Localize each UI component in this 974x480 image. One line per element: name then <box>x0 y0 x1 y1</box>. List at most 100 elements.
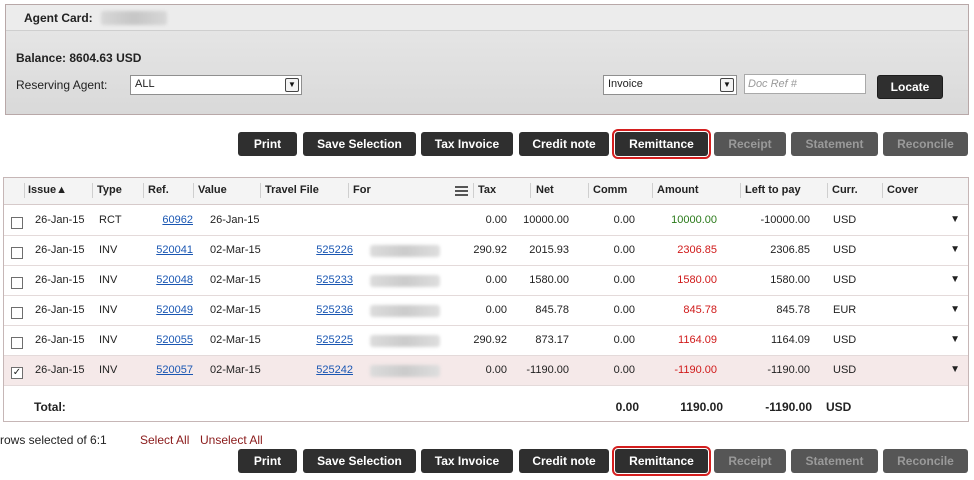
tax-invoice-button[interactable]: Tax Invoice <box>421 449 513 473</box>
total-left-to-pay: -1190.00 <box>765 400 812 414</box>
col-comm[interactable]: Comm <box>593 184 627 196</box>
row-checkbox[interactable] <box>11 277 23 289</box>
select-all-link[interactable]: Select All <box>140 433 189 447</box>
cell-comm: 0.00 <box>613 214 635 226</box>
cell-travel-file-link[interactable]: 525242 <box>316 364 353 376</box>
cell-travel-file-link[interactable]: 525225 <box>316 334 353 346</box>
credit-note-button[interactable]: Credit note <box>519 449 609 473</box>
cell-tax: 0.00 <box>485 214 507 226</box>
search-panel: Agent Card: Balance: 8604.63 USD Reservi… <box>5 4 969 115</box>
rows-selected-status: rows selected of 6:1 <box>0 433 107 447</box>
col-for[interactable]: For <box>353 184 371 196</box>
col-value[interactable]: Value <box>198 184 227 196</box>
cell-for-redacted <box>370 335 440 347</box>
cell-travel-file-link[interactable]: 525233 <box>316 274 353 286</box>
remittance-button[interactable]: Remittance <box>612 446 711 476</box>
expand-caret-icon[interactable]: ▼ <box>950 244 960 255</box>
total-amount: 1190.00 <box>680 400 723 414</box>
doc-ref-input[interactable] <box>744 74 866 94</box>
cell-type: INV <box>99 364 118 376</box>
cell-for-redacted <box>370 305 440 317</box>
statement-button[interactable]: Statement <box>791 449 878 473</box>
doc-type-select[interactable]: Invoice ▼ <box>603 75 737 95</box>
cell-type: INV <box>99 274 118 286</box>
col-cover[interactable]: Cover <box>887 184 918 196</box>
cell-travel-file-link[interactable]: 525236 <box>316 304 353 316</box>
cell-net: -1190.00 <box>526 364 569 376</box>
col-amount[interactable]: Amount <box>657 184 699 196</box>
col-issue[interactable]: Issue▲ <box>28 184 67 196</box>
cell-left-to-pay: 2306.85 <box>770 244 810 256</box>
table-header: Issue▲ Type Ref. Value Travel File For T… <box>4 178 968 205</box>
cell-ref-link[interactable]: 520057 <box>156 364 193 376</box>
cell-amount: 1580.00 <box>677 274 717 286</box>
reserving-agent-select[interactable]: ALL ▼ <box>130 75 302 95</box>
tax-invoice-button[interactable]: Tax Invoice <box>421 132 513 156</box>
cell-curr: USD <box>833 244 857 256</box>
unselect-all-link[interactable]: Unselect All <box>200 433 263 447</box>
col-net[interactable]: Net <box>536 184 554 196</box>
cell-ref-link[interactable]: 520055 <box>156 334 193 346</box>
print-button[interactable]: Print <box>238 132 297 156</box>
row-checkbox-checked[interactable]: ✓ <box>11 367 23 379</box>
reserving-agent-label: Reserving Agent: <box>16 78 108 92</box>
cell-curr: USD <box>833 334 857 346</box>
cell-value: 02-Mar-15 <box>210 304 261 316</box>
expand-caret-icon[interactable]: ▼ <box>950 364 960 375</box>
cell-comm: 0.00 <box>613 334 635 346</box>
column-menu-icon[interactable] <box>455 186 468 197</box>
row-checkbox[interactable] <box>11 337 23 349</box>
cell-net: 2015.93 <box>529 244 569 256</box>
credit-note-button[interactable]: Credit note <box>519 132 609 156</box>
cell-travel-file-link[interactable]: 525226 <box>316 244 353 256</box>
row-checkbox[interactable] <box>11 307 23 319</box>
col-travel-file[interactable]: Travel File <box>265 184 319 196</box>
remittance-button[interactable]: Remittance <box>612 129 711 159</box>
expand-caret-icon[interactable]: ▼ <box>950 304 960 315</box>
table-row[interactable]: 26-Jan-15 RCT 60962 26-Jan-15 0.00 10000… <box>4 206 968 236</box>
reconcile-button[interactable]: Reconcile <box>883 449 968 473</box>
table-row[interactable]: 26-Jan-15 INV 520049 02-Mar-15 525236 0.… <box>4 296 968 326</box>
col-ref[interactable]: Ref. <box>148 184 169 196</box>
col-type[interactable]: Type <box>97 184 122 196</box>
cell-amount: 2306.85 <box>677 244 717 256</box>
col-curr[interactable]: Curr. <box>832 184 858 196</box>
table-row[interactable]: 26-Jan-15 INV 520041 02-Mar-15 525226 29… <box>4 236 968 266</box>
cell-ref-link[interactable]: 520048 <box>156 274 193 286</box>
dropdown-arrow-icon[interactable]: ▼ <box>720 78 734 92</box>
statement-button[interactable]: Statement <box>791 132 878 156</box>
locate-button[interactable]: Locate <box>877 75 943 99</box>
expand-caret-icon[interactable]: ▼ <box>950 334 960 345</box>
table-row[interactable]: 26-Jan-15 INV 520055 02-Mar-15 525225 29… <box>4 326 968 356</box>
cell-type: INV <box>99 334 118 346</box>
cell-tax: 290.92 <box>473 334 507 346</box>
save-selection-button[interactable]: Save Selection <box>303 449 416 473</box>
row-checkbox[interactable] <box>11 247 23 259</box>
cell-type: INV <box>99 244 118 256</box>
receipt-button[interactable]: Receipt <box>714 132 786 156</box>
save-selection-button[interactable]: Save Selection <box>303 132 416 156</box>
expand-caret-icon[interactable]: ▼ <box>950 214 960 225</box>
col-tax[interactable]: Tax <box>478 184 496 196</box>
total-comm: 0.00 <box>615 400 639 414</box>
reconcile-button[interactable]: Reconcile <box>883 132 968 156</box>
cell-tax: 0.00 <box>485 364 507 376</box>
cell-ref-link[interactable]: 520041 <box>156 244 193 256</box>
cell-ref-link[interactable]: 520049 <box>156 304 193 316</box>
cell-net: 10000.00 <box>523 214 569 226</box>
receipt-button[interactable]: Receipt <box>714 449 786 473</box>
cell-left-to-pay: -1190.00 <box>767 364 810 376</box>
table-row[interactable]: ✓ 26-Jan-15 INV 520057 02-Mar-15 525242 … <box>4 356 968 386</box>
cell-ref-link[interactable]: 60962 <box>162 214 193 226</box>
col-left-to-pay[interactable]: Left to pay <box>745 184 801 196</box>
expand-caret-icon[interactable]: ▼ <box>950 274 960 285</box>
dropdown-arrow-icon[interactable]: ▼ <box>285 78 299 92</box>
cell-type: INV <box>99 304 118 316</box>
table-row[interactable]: 26-Jan-15 INV 520048 02-Mar-15 525233 0.… <box>4 266 968 296</box>
cell-value: 02-Mar-15 <box>210 364 261 376</box>
agent-card-value-redacted <box>101 11 167 25</box>
print-button[interactable]: Print <box>238 449 297 473</box>
row-checkbox[interactable] <box>11 217 23 229</box>
cell-tax: 0.00 <box>485 274 507 286</box>
cell-issue: 26-Jan-15 <box>35 334 85 346</box>
